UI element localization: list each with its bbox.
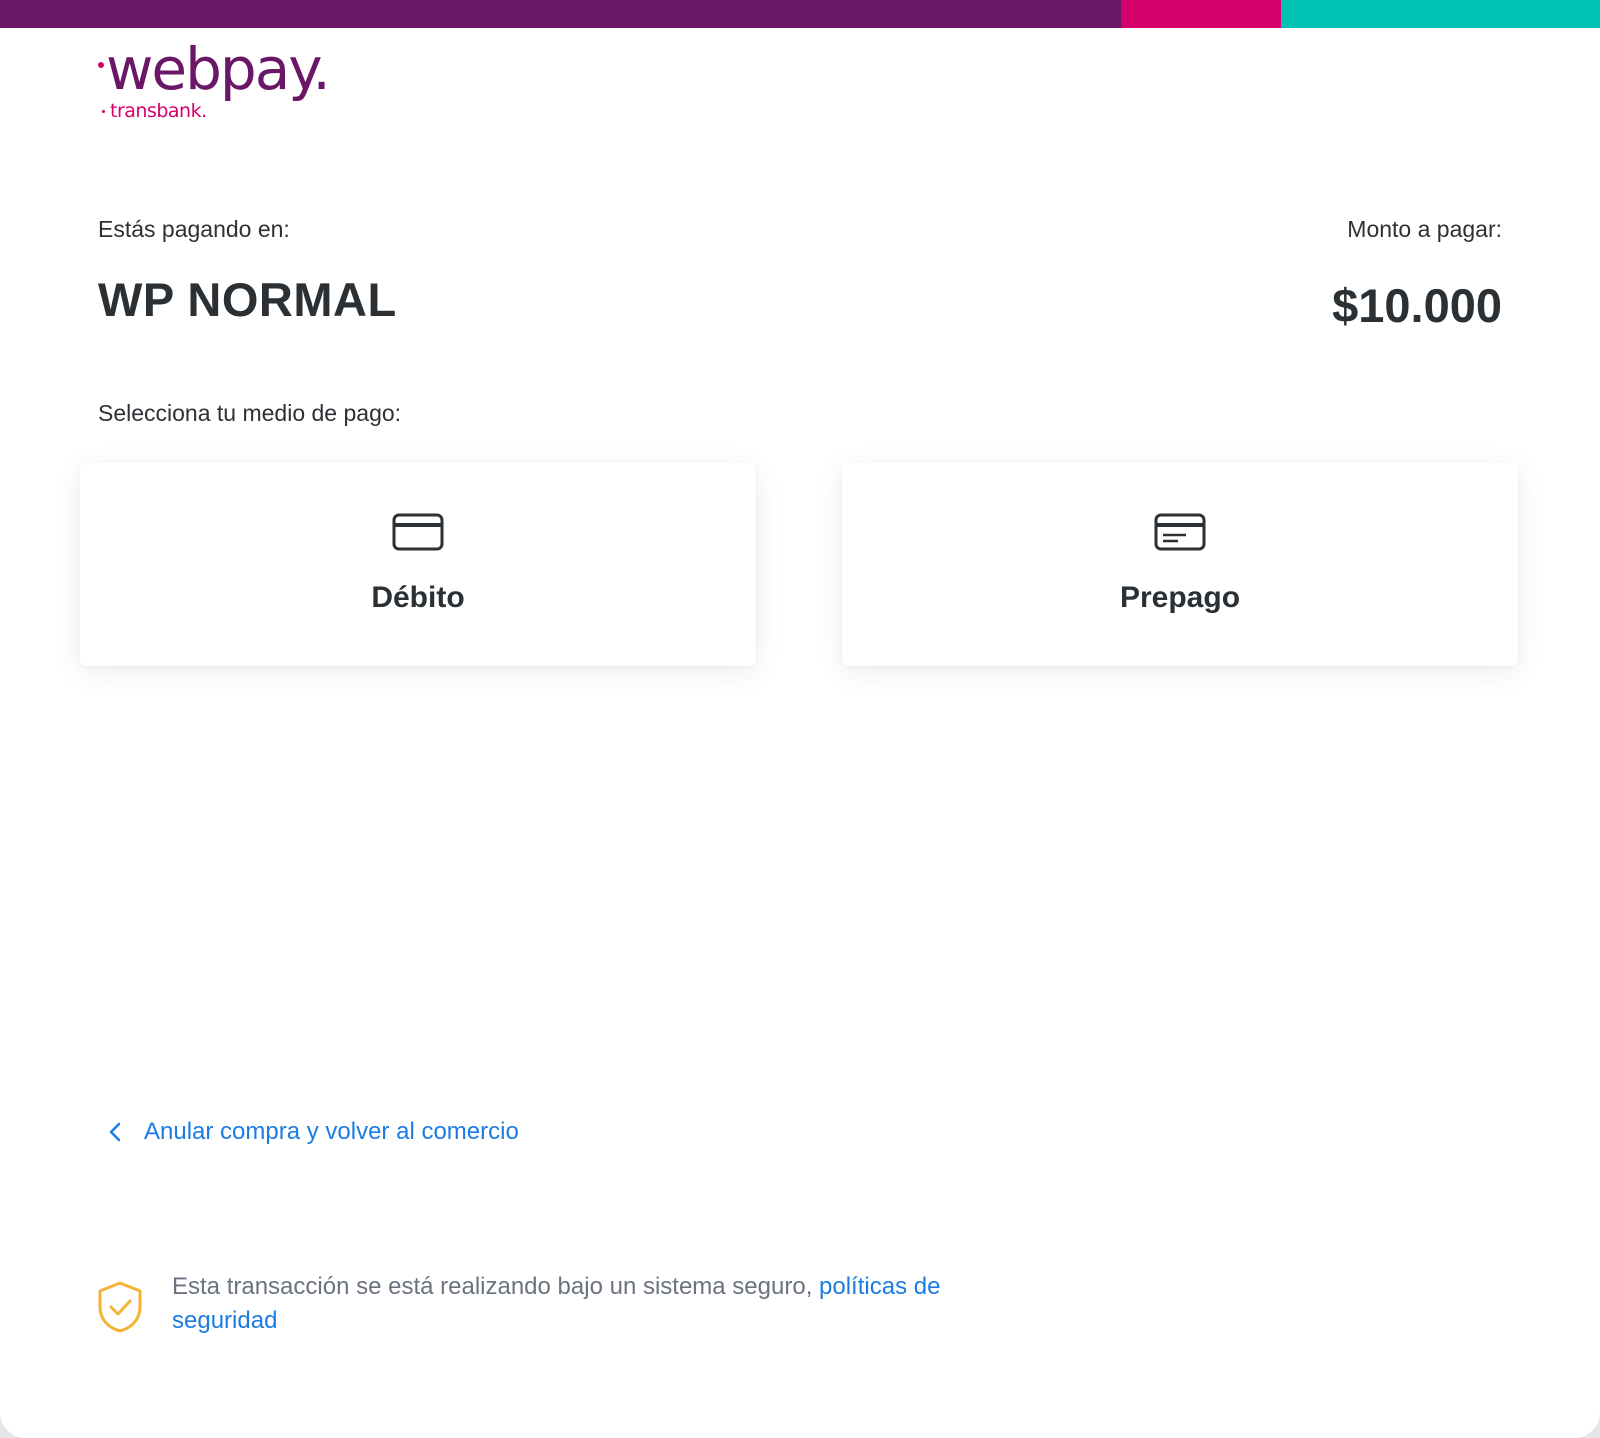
debit-option-card[interactable]: Débito (80, 463, 756, 666)
amount-label: Monto a pagar: (1347, 216, 1502, 242)
merchant-label: Estás pagando en: (98, 216, 290, 242)
merchant-name: WP NORMAL (98, 273, 397, 326)
credit-card-icon (392, 513, 444, 551)
logo-dot (98, 62, 104, 68)
prepaid-card-icon (1154, 513, 1206, 551)
payment-page: webpay. transbank. Estás pagando en: WP … (0, 0, 1600, 1438)
brand-bar-pink (1121, 0, 1281, 28)
shield-check-icon (98, 1281, 142, 1333)
brand-bar-purple (0, 0, 1121, 28)
chevron-left-icon (109, 1122, 121, 1142)
debit-option-label: Débito (371, 581, 465, 614)
logo-subtitle: transbank. (110, 100, 207, 122)
prepaid-option-card[interactable]: Prepago (842, 463, 1518, 666)
brand-bar-teal (1281, 0, 1600, 28)
amount-value: $10.000 (1332, 279, 1502, 332)
payment-method-prompt: Selecciona tu medio de pago: (98, 400, 402, 426)
webpay-logo: webpay. transbank. (96, 40, 336, 130)
cancel-purchase-label: Anular compra y volver al comercio (144, 1118, 519, 1145)
security-text: Esta transacción se está realizando bajo… (172, 1270, 992, 1338)
logo-sub-dot (102, 110, 105, 113)
logo-wordmark: webpay. (106, 35, 331, 103)
brand-color-bar (0, 0, 1600, 28)
security-message: Esta transacción se está realizando bajo… (172, 1273, 820, 1300)
cancel-purchase-link[interactable]: Anular compra y volver al comercio (108, 1118, 519, 1146)
prepaid-option-label: Prepago (1119, 581, 1241, 614)
